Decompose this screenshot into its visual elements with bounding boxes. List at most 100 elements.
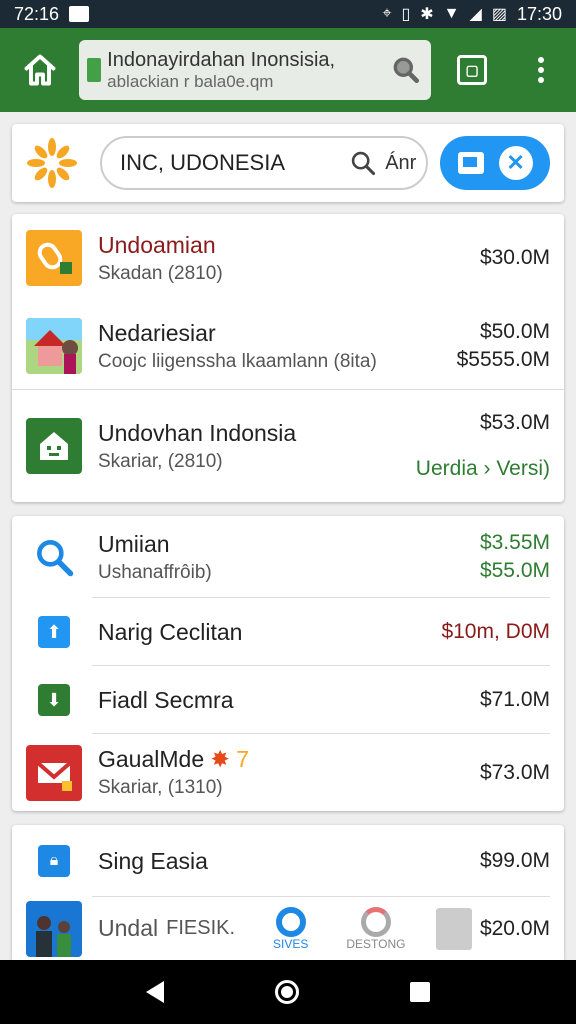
tabs-icon: ▢ [457, 55, 488, 85]
home-circle-icon [280, 986, 293, 998]
item-subtitle: Skadan (2810) [98, 262, 223, 284]
overflow-menu-button[interactable] [507, 28, 576, 112]
status-bar: 72:16 ⌖ ▯ ✱ ▼ ◢ ▨ 17:30 [0, 0, 576, 28]
item-title-text: GaualMde [98, 746, 205, 772]
item-subtitle: Skariar, (2810) [98, 450, 223, 472]
search-icon [394, 57, 420, 83]
sun-logo-icon[interactable] [26, 137, 78, 189]
house-image-icon [26, 318, 82, 374]
wifi-icon: ▼ [443, 5, 460, 22]
status-time-left: 72:16 [14, 3, 60, 24]
item-title: Fiadl Secmra [98, 686, 234, 713]
app-icon: ⬆ [26, 604, 82, 660]
item-value: $10m, D0M [441, 620, 550, 643]
version-link[interactable]: Uerdia › Versi) [416, 457, 550, 481]
download-icon: ⬇ [38, 684, 70, 716]
thumbnail-image [26, 900, 82, 957]
item-title: Undovhan Indonsia [98, 419, 297, 446]
item-title: Narig Ceclitan [98, 618, 243, 645]
status-time-right: 17:30 [516, 3, 562, 24]
list-item[interactable]: Undal FIESIK. SIVES DESTONG $20.0M [12, 897, 564, 960]
thumbnail-image [26, 318, 82, 374]
home-nav-button[interactable] [274, 980, 299, 1004]
link-icon [37, 242, 72, 274]
more-vert-icon [538, 57, 545, 83]
item-subtitle: Coojc liigenssha lkaamlann (8ita) [98, 350, 377, 372]
item-value: $50.0M [479, 320, 550, 343]
item-value: $53.0M [479, 411, 550, 434]
results-group-1: Undoamian Skadan (2810) $30.0M Nedariesi… [12, 214, 564, 502]
tab-sives[interactable]: SIVES [273, 906, 309, 951]
action-pill[interactable]: ✕ [440, 136, 550, 190]
refresh-icon [360, 906, 391, 937]
results-group-2: Umiian Ushanaffrôib) $3.55M $55.0M ⬆ Nar… [12, 516, 564, 811]
house-icon [40, 432, 68, 460]
battery-saver-icon: ▯ [401, 6, 411, 23]
people-image-icon [26, 900, 82, 957]
tab-label: SIVES [273, 936, 309, 951]
list-item[interactable]: Undovhan Indonsia Skariar, (2810) $53.0M… [12, 390, 564, 502]
list-item[interactable]: ⬇ Fiadl Secmra $71.0M [12, 666, 564, 734]
home-button[interactable] [0, 28, 79, 112]
list-item[interactable]: Nedariesiar Coojc liigenssha lkaamlann (… [12, 302, 564, 390]
results-group-3: 🔒︎ Sing Easia $99.0M Undal FIESIK. SIVES [12, 825, 564, 960]
list-item[interactable]: GaualMde ✸ 7 Skariar, (1310) $73.0M [12, 734, 564, 811]
item-value: $71.0M [479, 688, 550, 711]
flame-icon: ✸ [210, 746, 230, 772]
item-value: $99.0M [479, 849, 550, 872]
tab-destong[interactable]: DESTONG [346, 906, 406, 951]
list-item[interactable]: 🔒︎ Sing Easia $99.0M [12, 825, 564, 897]
home-icon [24, 54, 56, 86]
app-icon [26, 418, 82, 474]
item-value-secondary: $55.0M [479, 559, 550, 582]
app-icon: ⬇ [26, 672, 82, 728]
mail-icon [36, 760, 72, 791]
search-card: INC, UDONESIA Ánr ✕ [12, 124, 564, 202]
screenshot-icon: ▨ [491, 6, 507, 23]
item-value: $20.0M [479, 916, 550, 940]
search-input[interactable]: INC, UDONESIA Ánr [100, 136, 429, 190]
image-icon[interactable] [457, 152, 484, 174]
system-nav-bar [0, 960, 576, 1024]
list-item[interactable]: Undoamian Skadan (2810) $30.0M [12, 214, 564, 302]
item-subtitle: Ushanaffrôib) [98, 561, 212, 583]
url-bar[interactable]: Indonayirdahan Inonsisia, ablackian r ba… [79, 40, 432, 100]
app-icon [26, 230, 82, 286]
item-value-secondary: $5555.0M [456, 348, 550, 371]
search-result-icon [26, 529, 82, 585]
tabs-button[interactable]: ▢ [437, 28, 506, 112]
search-suffix[interactable]: Ánr [385, 152, 416, 175]
bluetooth-icon: ✱ [420, 6, 434, 23]
item-value: $73.0M [479, 760, 550, 784]
item-title: Undoamian [98, 231, 216, 258]
url-text-secondary: ablackian r bala0e.qm [107, 71, 274, 91]
url-text-primary: Indonayirdahan Inonsisia, [107, 48, 336, 71]
signal-icon: ◢ [469, 6, 482, 23]
item-value: $3.55M [479, 531, 550, 554]
back-button[interactable] [145, 981, 164, 1003]
search-icon [37, 540, 74, 577]
search-query: INC, UDONESIA [120, 150, 286, 175]
browser-toolbar: Indonayirdahan Inonsisia, ablackian r ba… [0, 28, 576, 112]
app-icon [26, 744, 82, 801]
circle-icon [275, 906, 306, 937]
list-item[interactable]: Umiian Ushanaffrôib) $3.55M $55.0M [12, 516, 564, 598]
item-title-suffix: FIESIK. [166, 917, 236, 939]
cast-icon: ⌖ [382, 5, 392, 22]
item-title: GaualMde ✸ 7 [98, 746, 480, 773]
item-title: Sing Easia [98, 847, 208, 874]
document-icon [435, 907, 472, 950]
notification-icon [69, 6, 90, 22]
item-title: Undal [98, 915, 159, 941]
item-title: Umiian [98, 530, 170, 557]
item-subtitle: Skariar, (1310) [98, 777, 223, 798]
search-icon[interactable] [349, 149, 377, 177]
item-badge: 7 [236, 746, 249, 772]
app-icon: 🔒︎ [26, 833, 82, 889]
url-search-button[interactable] [387, 51, 425, 89]
item-title: Nedariesiar [98, 319, 216, 346]
recents-button[interactable] [410, 982, 431, 1002]
compass-icon[interactable]: ✕ [498, 146, 533, 180]
list-item[interactable]: ⬆ Narig Ceclitan $10m, D0M [12, 598, 564, 666]
lock-icon [87, 58, 102, 82]
